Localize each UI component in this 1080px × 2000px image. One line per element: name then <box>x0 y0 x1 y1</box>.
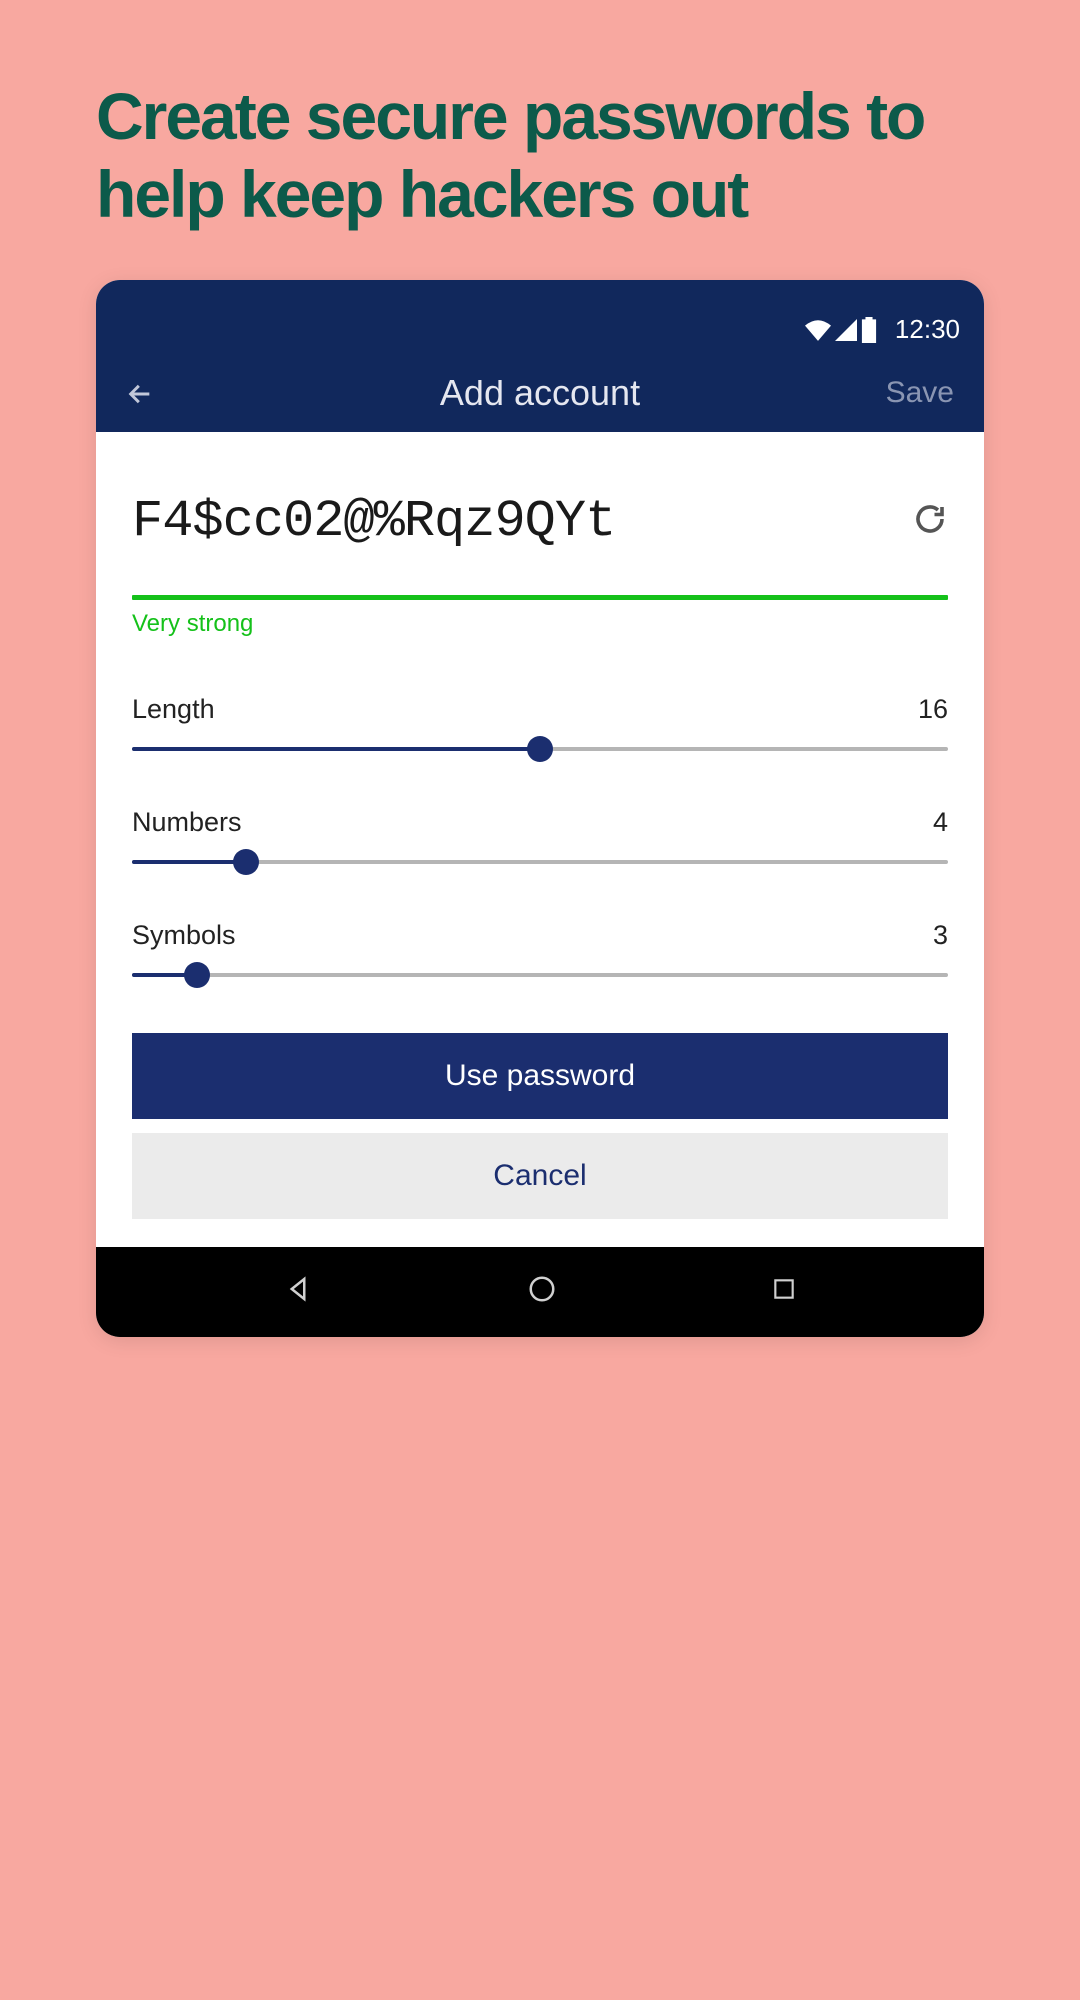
numbers-slider[interactable] <box>132 860 948 864</box>
password-sheet: F4$cc02@%Rqz9QYt Very strong Length 16 <box>96 432 984 1247</box>
back-icon[interactable] <box>126 380 154 416</box>
length-value: 16 <box>918 694 948 725</box>
nav-home-icon[interactable] <box>527 1274 557 1309</box>
symbols-value: 3 <box>933 920 948 951</box>
slider-thumb[interactable] <box>184 962 210 988</box>
app-header: Add account Save <box>96 380 984 432</box>
battery-icon <box>861 317 877 343</box>
numbers-label: Numbers <box>132 807 242 838</box>
phone-frame: 12:30 Add account Save F4$cc02@%Rqz9QYt … <box>96 280 984 1337</box>
symbols-slider-row: Symbols 3 <box>132 920 948 977</box>
numbers-value: 4 <box>933 807 948 838</box>
wifi-icon <box>805 319 831 341</box>
strength-label: Very strong <box>132 610 948 638</box>
symbols-label: Symbols <box>132 920 236 951</box>
status-bar: 12:30 <box>96 280 984 380</box>
android-nav-bar <box>96 1247 984 1337</box>
nav-recent-icon[interactable] <box>771 1276 797 1307</box>
symbols-slider[interactable] <box>132 973 948 977</box>
length-label: Length <box>132 694 215 725</box>
marketing-headline: Create secure passwords to help keep hac… <box>0 0 1080 280</box>
length-slider[interactable] <box>132 747 948 751</box>
refresh-icon[interactable] <box>912 501 948 542</box>
slider-thumb[interactable] <box>527 736 553 762</box>
signal-icon <box>835 319 857 341</box>
save-button[interactable]: Save <box>886 380 954 410</box>
length-slider-row: Length 16 <box>132 694 948 751</box>
status-time: 12:30 <box>895 314 960 345</box>
cancel-button[interactable]: Cancel <box>132 1133 948 1219</box>
strength-bar <box>132 595 948 600</box>
numbers-slider-row: Numbers 4 <box>132 807 948 864</box>
use-password-button[interactable]: Use password <box>132 1033 948 1119</box>
generated-password: F4$cc02@%Rqz9QYt <box>132 492 892 551</box>
slider-thumb[interactable] <box>233 849 259 875</box>
status-icons <box>805 317 877 343</box>
header-title: Add account <box>440 380 640 414</box>
nav-back-icon[interactable] <box>283 1274 313 1309</box>
